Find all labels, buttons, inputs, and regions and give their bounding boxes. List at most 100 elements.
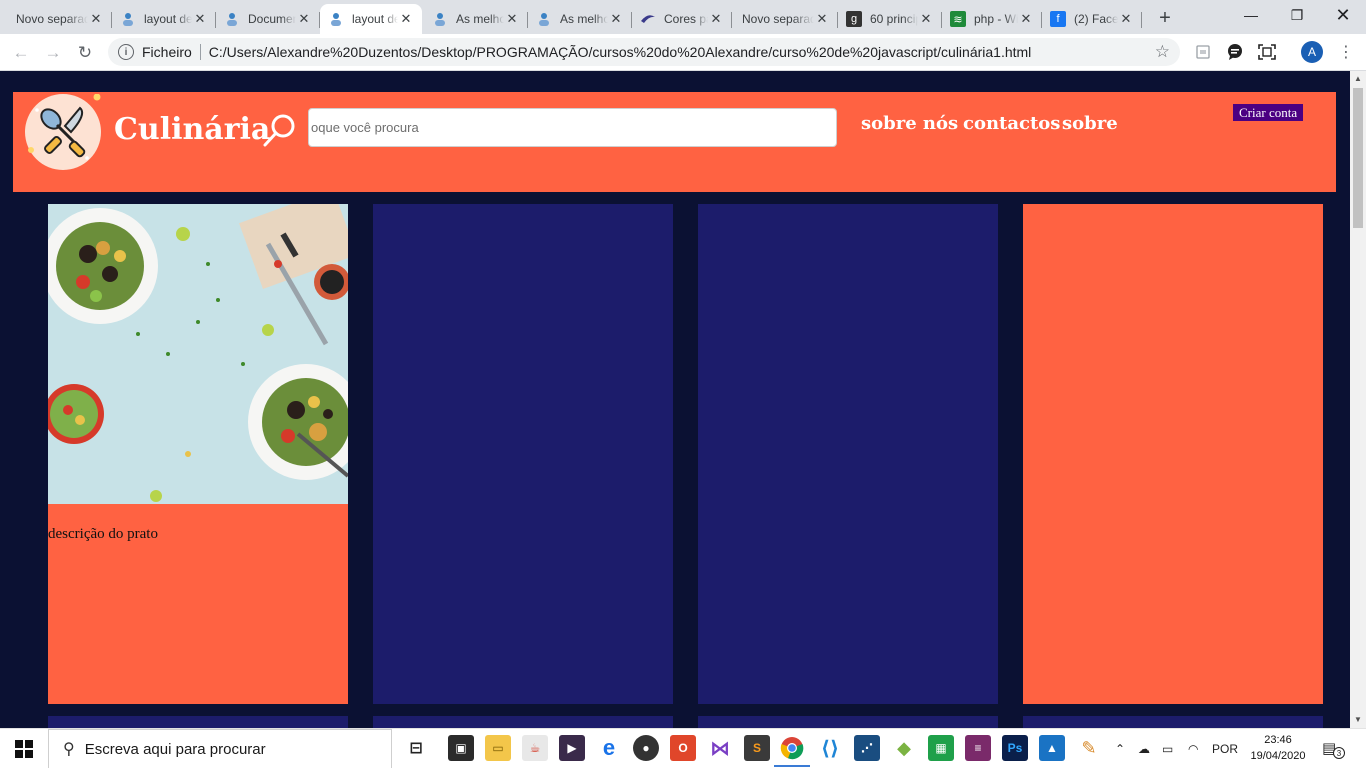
taskbar-search-placeholder: Escreva aqui para procurar	[84, 740, 266, 758]
recipe-card[interactable]	[373, 204, 673, 704]
tab-title: As melhores cores	[456, 12, 504, 26]
scroll-down-icon[interactable]: ▼	[1354, 715, 1362, 724]
scheme-label: Ficheiro	[142, 44, 192, 60]
system-clock[interactable]: 23:46 19/04/2020	[1250, 732, 1306, 764]
file-explorer-icon[interactable]: ▭	[485, 735, 511, 761]
reload-icon[interactable]: ↻	[72, 40, 98, 66]
tab-3-active[interactable]: layout de culinária ✕	[320, 4, 422, 34]
tab-title: Novo separador	[742, 12, 814, 26]
battery-icon[interactable]: ▭	[1162, 729, 1182, 768]
action-center-icon[interactable]: ▤ 3	[1322, 739, 1346, 759]
tab-close-icon[interactable]: ✕	[708, 11, 724, 27]
recipe-card[interactable]	[48, 716, 348, 728]
onedrive-icon[interactable]: ☁	[1138, 729, 1158, 768]
recipe-card[interactable]: descrição do prato	[48, 204, 348, 704]
recipe-card[interactable]	[698, 204, 998, 704]
minimize-icon[interactable]: —	[1228, 0, 1274, 30]
back-arrow-icon[interactable]: ←	[8, 40, 34, 66]
close-window-icon[interactable]: ✕	[1320, 0, 1366, 30]
web-page: Culinária sobre nós contactos sobre Cria…	[0, 71, 1350, 728]
recipe-card[interactable]	[1023, 204, 1323, 704]
forward-arrow-icon[interactable]: →	[40, 40, 66, 66]
taskbar-search[interactable]: ⚲ Escreva aqui para procurar	[48, 729, 392, 768]
tab-close-icon[interactable]: ✕	[88, 11, 104, 27]
tab-close-icon[interactable]: ✕	[192, 11, 208, 27]
tab-9[interactable]: ≋ php - Wikipedia ✕	[942, 4, 1042, 34]
photoshop-icon[interactable]: Ps	[1002, 735, 1028, 761]
tab-title: layout de culinária	[144, 12, 192, 26]
nav-contactos[interactable]: contactos	[963, 113, 1060, 134]
search-input[interactable]	[308, 108, 837, 147]
tab-close-icon[interactable]: ✕	[398, 11, 414, 27]
tab-8[interactable]: g 60 principais ✕	[838, 4, 942, 34]
sql-server-icon[interactable]: ⋰	[854, 735, 880, 761]
edge-icon[interactable]: e	[596, 735, 622, 761]
nav-sobre[interactable]: sobre	[1062, 113, 1118, 134]
store-icon[interactable]: ▣	[448, 735, 474, 761]
divider	[199, 44, 201, 60]
chrome-icon[interactable]	[774, 735, 810, 767]
user-icon	[224, 11, 240, 27]
recipe-card[interactable]	[1023, 716, 1323, 728]
tab-close-icon[interactable]: ✕	[1118, 11, 1134, 27]
tab-title: layout de culinária	[352, 12, 398, 26]
network-app-icon[interactable]: ◆	[891, 735, 917, 761]
more-menu-icon[interactable]: ⋮	[1336, 41, 1356, 63]
language-indicator[interactable]: POR	[1212, 729, 1240, 768]
recipe-card[interactable]	[698, 716, 998, 728]
chat-extension-icon[interactable]	[1225, 42, 1245, 62]
tab-10[interactable]: f (2) Facebook ✕	[1042, 4, 1142, 34]
tab-close-icon[interactable]: ✕	[918, 11, 934, 27]
vscode-icon[interactable]: ⟨⟩	[817, 735, 843, 761]
java-icon[interactable]: ☕	[522, 735, 548, 761]
site-brand[interactable]: Culinária	[114, 112, 270, 147]
tab-close-icon[interactable]: ✕	[608, 11, 624, 27]
tab-close-icon[interactable]: ✕	[814, 11, 830, 27]
tab-2[interactable]: Document ✕	[216, 4, 320, 34]
bookmark-star-icon[interactable]: ☆	[1155, 42, 1170, 62]
info-icon[interactable]: i	[118, 44, 134, 60]
scrollbar-thumb[interactable]	[1353, 88, 1363, 228]
grid-app-icon[interactable]: ▦	[928, 735, 954, 761]
photos-icon[interactable]: ▲	[1039, 735, 1065, 761]
tab-6[interactable]: Cores para sites ✕	[632, 4, 732, 34]
paint-icon[interactable]: ✎	[1076, 735, 1102, 761]
tab-close-icon[interactable]: ✕	[1018, 11, 1034, 27]
user-icon	[432, 11, 448, 27]
search-icon: ⚲	[63, 741, 75, 758]
g-icon: g	[846, 11, 862, 27]
scroll-up-icon[interactable]: ▲	[1354, 74, 1362, 83]
nav-sobre-nos[interactable]: sobre nós	[861, 113, 958, 134]
visual-studio-icon[interactable]: ⋈	[707, 735, 733, 761]
page-scrollbar[interactable]: ▲ ▼	[1350, 71, 1366, 728]
extension-doc-icon[interactable]	[1193, 42, 1213, 62]
address-bar[interactable]: i Ficheiro C:/Users/Alexandre%20Duzentos…	[108, 38, 1180, 66]
profile-avatar[interactable]: A	[1301, 41, 1323, 63]
video-editor-icon[interactable]: ▶	[559, 735, 585, 761]
tab-close-icon[interactable]: ✕	[504, 11, 520, 27]
tab-1[interactable]: layout de culinária ✕	[112, 4, 216, 34]
recipe-card[interactable]	[373, 716, 673, 728]
create-account-button[interactable]: Criar conta	[1233, 104, 1304, 121]
screen-capture-icon[interactable]	[1257, 42, 1277, 62]
task-view-icon[interactable]: ⊟	[403, 735, 429, 761]
winrar-icon[interactable]: ≡	[965, 735, 991, 761]
swoosh-icon	[640, 11, 656, 27]
windows-start-icon[interactable]	[0, 729, 48, 768]
media-player-icon[interactable]: ●	[633, 735, 659, 761]
tab-0[interactable]: Novo separador ✕	[8, 4, 112, 34]
url-text[interactable]: C:/Users/Alexandre%20Duzentos/Desktop/PR…	[209, 44, 1032, 60]
tab-7[interactable]: Novo separador ✕	[734, 4, 838, 34]
office-icon[interactable]: O	[670, 735, 696, 761]
show-hidden-icons[interactable]: ⌃	[1115, 729, 1131, 768]
restore-icon[interactable]: ❐	[1274, 0, 1320, 30]
sublime-icon[interactable]: S	[744, 735, 770, 761]
tab-5[interactable]: As melhores cores ✕	[528, 4, 632, 34]
new-tab-button[interactable]: +	[1154, 7, 1176, 29]
wifi-icon[interactable]: ◠	[1188, 729, 1206, 768]
search-icon[interactable]	[262, 112, 298, 148]
user-icon	[120, 11, 136, 27]
utensils-logo-icon[interactable]	[25, 94, 101, 170]
tab-close-icon[interactable]: ✕	[296, 11, 312, 27]
tab-4[interactable]: As melhores cores ✕	[424, 4, 528, 34]
